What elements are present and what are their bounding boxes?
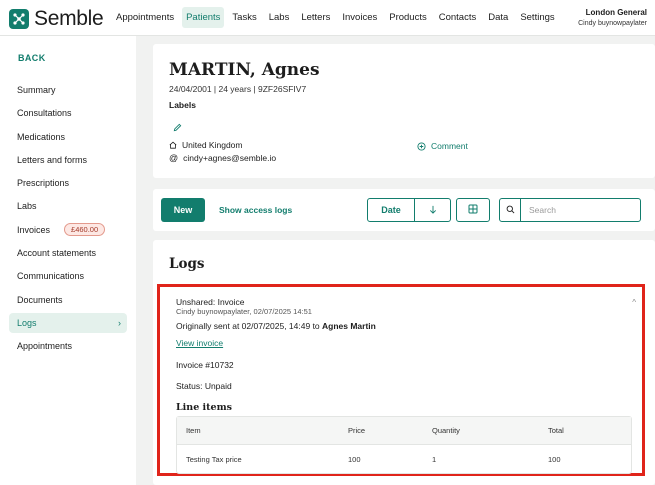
column-header-price: Price [348, 426, 366, 435]
patient-header-card: MARTIN, Agnes 24/04/2001 | 24 years | 9Z… [153, 44, 655, 178]
top-navigation-bar: Semble Appointments Patients Tasks Labs … [0, 0, 655, 36]
sidebar-item-documents[interactable]: Documents [9, 290, 127, 310]
sidebar-item-summary[interactable]: Summary [9, 80, 127, 100]
sidebar-item-label: Logs [17, 317, 37, 328]
sidebar-item-consultations[interactable]: Consultations [9, 103, 127, 123]
account-menu[interactable]: London General Cindy buynowpaylater [578, 8, 647, 27]
comment-label: Comment [431, 141, 468, 151]
search-input[interactable] [521, 199, 640, 221]
sidebar-item-labs[interactable]: Labs [9, 196, 127, 216]
semble-logo-text: Semble [34, 7, 104, 30]
user-name: Cindy buynowpaylater [578, 20, 647, 27]
logs-toolbar: New Show access logs Date [153, 189, 655, 231]
search-button[interactable] [500, 199, 521, 221]
column-header-total: Total [548, 426, 564, 435]
date-sort-group: Date [367, 198, 451, 222]
sidebar-item-label: Invoices [17, 224, 51, 235]
sidebar-item-invoices[interactable]: Invoices £460.00 [9, 220, 127, 240]
search-box [499, 198, 641, 222]
column-header-quantity: Quantity [432, 426, 460, 435]
sidebar-item-appointments[interactable]: Appointments [9, 336, 127, 356]
nav-settings[interactable]: Settings [516, 7, 558, 28]
arrow-down-icon [429, 201, 437, 219]
cell-item: Testing Tax price [186, 454, 242, 464]
new-button[interactable]: New [161, 198, 205, 222]
sidebar-item-letters-and-forms[interactable]: Letters and forms [9, 150, 127, 170]
patient-country: United Kingdom [182, 140, 243, 150]
search-icon [506, 201, 515, 219]
nav-labs[interactable]: Labs [265, 7, 294, 28]
invoice-status: Status: Unpaid [176, 381, 232, 391]
log-entry-subtitle: Cindy buynowpaylater, 02/07/2025 14:51 [176, 307, 312, 316]
nav-tasks[interactable]: Tasks [228, 7, 260, 28]
pencil-icon[interactable] [173, 119, 182, 137]
cell-total: 100 [548, 454, 561, 464]
organisation-name: London General [585, 8, 647, 17]
sidebar-item-communications[interactable]: Communications [9, 266, 127, 286]
sidebar-item-medications[interactable]: Medications [9, 127, 127, 147]
grid-view-button[interactable] [456, 198, 490, 222]
semble-logo-icon [9, 9, 29, 29]
patient-address: United Kingdom [169, 140, 242, 150]
patient-sidebar: BACK Summary Consultations Medications L… [0, 36, 136, 485]
nav-invoices[interactable]: Invoices [338, 7, 381, 28]
sent-recipient: Agnes Martin [322, 321, 376, 331]
patient-name: MARTIN, Agnes [169, 60, 320, 80]
show-access-logs-button[interactable]: Show access logs [219, 205, 292, 215]
sort-direction-button[interactable] [415, 199, 450, 221]
line-items-table: Item Price Quantity Total Testing Tax pr… [176, 416, 632, 474]
patient-email-row: @ cindy+agnes@semble.io [169, 153, 276, 163]
log-entry-title: Unshared: Invoice [176, 297, 245, 307]
nav-contacts[interactable]: Contacts [435, 7, 481, 28]
log-entry[interactable]: Unshared: Invoice Cindy buynowpaylater, … [157, 284, 645, 476]
sidebar-item-logs[interactable]: Logs › [9, 312, 127, 333]
sidebar-menu: Summary Consultations Medications Letter… [9, 80, 127, 360]
invoices-balance-badge: £460.00 [64, 223, 106, 237]
main-nav: Appointments Patients Tasks Labs Letters… [112, 7, 563, 28]
invoice-number: Invoice #10732 [176, 360, 234, 370]
nav-patients[interactable]: Patients [182, 7, 225, 28]
sidebar-item-account-statements[interactable]: Account statements [9, 243, 127, 263]
back-link[interactable]: BACK [18, 53, 46, 63]
table-row: Testing Tax price 100 1 100 [177, 445, 631, 473]
patient-meta: 24/04/2001 | 24 years | 9ZF26SFIV7 [169, 84, 307, 94]
date-sort-button[interactable]: Date [368, 199, 415, 221]
at-sign-icon: @ [169, 153, 179, 163]
nav-appointments[interactable]: Appointments [112, 7, 178, 28]
cell-quantity: 1 [432, 454, 437, 464]
grid-icon [468, 201, 478, 219]
sidebar-item-prescriptions[interactable]: Prescriptions [9, 173, 127, 193]
sent-info: Originally sent at 02/07/2025, 14:49 to … [176, 321, 376, 331]
nav-letters[interactable]: Letters [297, 7, 334, 28]
sent-prefix: Originally sent at 02/07/2025, 14:49 to [176, 321, 323, 331]
table-header-row: Item Price Quantity Total [177, 417, 631, 445]
logs-card: Logs Unshared: Invoice Cindy buynowpayla… [153, 240, 655, 485]
labels-heading: Labels [169, 100, 196, 110]
nav-data[interactable]: Data [484, 7, 512, 28]
plus-circle-icon [417, 141, 426, 151]
view-invoice-link[interactable]: View invoice [176, 338, 223, 348]
chevron-up-icon[interactable]: ^ [632, 298, 636, 307]
home-icon [169, 141, 177, 149]
line-items-heading: Line items [176, 402, 232, 413]
chevron-right-icon: › [118, 317, 121, 328]
patient-email[interactable]: cindy+agnes@semble.io [183, 153, 276, 163]
add-comment-button[interactable]: Comment [417, 141, 468, 151]
nav-products[interactable]: Products [385, 7, 431, 28]
semble-logo[interactable]: Semble [9, 7, 104, 31]
column-header-item: Item [186, 426, 201, 435]
logs-heading: Logs [169, 256, 205, 272]
cell-price: 100 [348, 454, 361, 464]
